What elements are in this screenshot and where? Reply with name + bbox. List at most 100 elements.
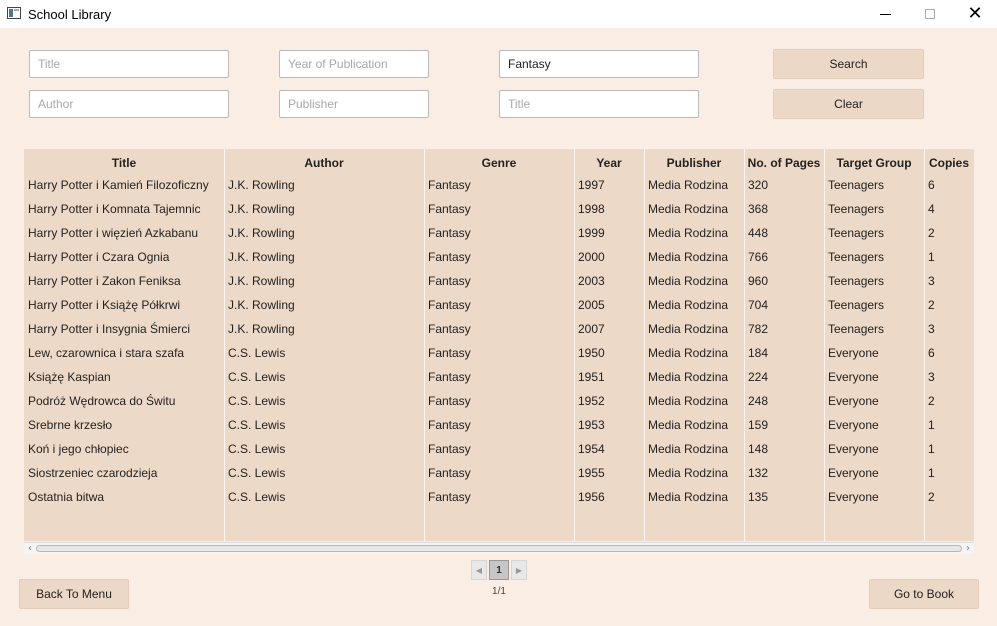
- column-header-year[interactable]: Year: [574, 156, 644, 170]
- cell-copies: 3: [928, 274, 935, 288]
- column-header-title[interactable]: Title: [24, 156, 224, 170]
- cell-publisher: Media Rodzina: [648, 370, 729, 384]
- cell-author: C.S. Lewis: [228, 466, 286, 480]
- cell-target-group: Teenagers: [828, 202, 885, 216]
- column-header-author[interactable]: Author: [224, 156, 424, 170]
- cell-year: 2000: [578, 250, 605, 264]
- publisher-search-input[interactable]: [279, 90, 429, 118]
- search-button[interactable]: Search: [773, 49, 924, 79]
- cell-author: J.K. Rowling: [228, 202, 295, 216]
- cell-target-group: Everyone: [828, 442, 879, 456]
- close-icon: ✕: [967, 3, 983, 24]
- cell-pages: 148: [748, 442, 769, 456]
- cell-pages: 960: [748, 274, 769, 288]
- cell-publisher: Media Rodzina: [648, 346, 729, 360]
- next-page-button[interactable]: ▶: [511, 560, 527, 580]
- books-table[interactable]: Title Author Genre Year Publisher No. of Page…: [24, 149, 974, 541]
- cell-genre: Fantasy: [428, 178, 471, 192]
- column-header-genre[interactable]: Genre: [424, 156, 574, 170]
- cell-author: C.S. Lewis: [228, 418, 286, 432]
- cell-publisher: Media Rodzina: [648, 178, 729, 192]
- cell-author: J.K. Rowling: [228, 298, 295, 312]
- cell-genre: Fantasy: [428, 370, 471, 384]
- author-search-input[interactable]: [29, 90, 229, 118]
- cell-genre: Fantasy: [428, 226, 471, 240]
- cell-title: Lew, czarownica i stara szafa: [28, 346, 185, 360]
- table-row[interactable]: Koń i jego chłopiec C.S. Lewis Fantasy 1954…: [24, 438, 974, 462]
- cell-author: C.S. Lewis: [228, 394, 286, 408]
- table-row[interactable]: Harry Potter i Czara Ognia J.K. Rowling Fa…: [24, 246, 974, 270]
- cell-publisher: Media Rodzina: [648, 202, 729, 216]
- table-row[interactable]: Siostrzeniec czarodzieja C.S. Lewis Fantas…: [24, 462, 974, 486]
- maximize-button[interactable]: [907, 0, 953, 28]
- cell-target-group: Teenagers: [828, 226, 885, 240]
- table-row[interactable]: Harry Potter i Kamień Filozoficzny J.K. R…: [24, 174, 974, 198]
- cell-year: 1953: [578, 418, 605, 432]
- page-1-button[interactable]: 1: [489, 560, 509, 580]
- cell-year: 1998: [578, 202, 605, 216]
- scroll-left-icon[interactable]: ‹: [25, 543, 35, 554]
- column-header-publisher[interactable]: Publisher: [644, 156, 744, 170]
- title-bar: School Library ✕: [0, 0, 997, 28]
- cell-year: 2003: [578, 274, 605, 288]
- column-header-pages[interactable]: No. of Pages: [744, 156, 824, 170]
- cell-author: C.S. Lewis: [228, 370, 286, 384]
- maximize-icon: [925, 9, 935, 19]
- year-search-input[interactable]: [279, 50, 429, 78]
- cell-year: 1952: [578, 394, 605, 408]
- cell-target-group: Teenagers: [828, 298, 885, 312]
- clear-button[interactable]: Clear: [773, 89, 924, 119]
- page-info: 1/1: [492, 586, 506, 597]
- cell-author: C.S. Lewis: [228, 490, 286, 504]
- cell-genre: Fantasy: [428, 418, 471, 432]
- cell-author: J.K. Rowling: [228, 226, 295, 240]
- table-row[interactable]: Książę Kaspian C.S. Lewis Fantasy 1951 Media…: [24, 366, 974, 390]
- cell-pages: 320: [748, 178, 769, 192]
- close-button[interactable]: ✕: [952, 0, 997, 28]
- horizontal-scrollbar[interactable]: ‹ ›: [24, 542, 974, 554]
- cell-genre: Fantasy: [428, 466, 471, 480]
- cell-publisher: Media Rodzina: [648, 490, 729, 504]
- table-row[interactable]: Ostatnia bitwa C.S. Lewis Fantasy 1956 Media…: [24, 486, 974, 510]
- cell-author: J.K. Rowling: [228, 250, 295, 264]
- cell-target-group: Teenagers: [828, 250, 885, 264]
- cell-title: Harry Potter i Komnata Tajemnic: [28, 202, 201, 216]
- table-row[interactable]: Harry Potter i więzień Azkabanu J.K. Rowl…: [24, 222, 974, 246]
- go-to-book-button[interactable]: Go to Book: [869, 579, 979, 609]
- title-search-input[interactable]: [29, 50, 229, 78]
- table-row[interactable]: Lew, czarownica i stara szafa C.S. Lewis F…: [24, 342, 974, 366]
- cell-publisher: Media Rodzina: [648, 394, 729, 408]
- genre-search-input[interactable]: [499, 50, 699, 78]
- table-row[interactable]: Podróż Wędrowca do Świtu C.S. Lewis Fantas…: [24, 390, 974, 414]
- cell-copies: 2: [928, 490, 935, 504]
- cell-title: Harry Potter i więzień Azkabanu: [28, 226, 199, 240]
- cell-year: 1956: [578, 490, 605, 504]
- cell-publisher: Media Rodzina: [648, 274, 729, 288]
- table-row[interactable]: Harry Potter i Komnata Tajemnic J.K. Rowl…: [24, 198, 974, 222]
- table-row[interactable]: Harry Potter i Książę Półkrwi J.K. Rowlin…: [24, 294, 974, 318]
- cell-genre: Fantasy: [428, 442, 471, 456]
- cell-title: Harry Potter i Książę Półkrwi: [28, 298, 181, 312]
- cell-title: Książę Kaspian: [28, 370, 111, 384]
- column-header-target-group[interactable]: Target Group: [824, 156, 924, 170]
- cell-copies: 4: [928, 202, 935, 216]
- cell-genre: Fantasy: [428, 322, 471, 336]
- prev-page-button[interactable]: ◀: [471, 560, 487, 580]
- table-row[interactable]: Harry Potter i Zakon Feniksa J.K. Rowling…: [24, 270, 974, 294]
- table-row[interactable]: Harry Potter i Insygnia Śmierci J.K. Rowl…: [24, 318, 974, 342]
- back-to-menu-button[interactable]: Back To Menu: [19, 579, 129, 609]
- cell-target-group: Teenagers: [828, 274, 885, 288]
- cell-title: Koń i jego chłopiec: [28, 442, 129, 456]
- scrollbar-thumb[interactable]: [36, 545, 962, 552]
- cell-pages: 224: [748, 370, 769, 384]
- table-row[interactable]: Srebrne krzesło C.S. Lewis Fantasy 1953 Medi…: [24, 414, 974, 438]
- title-secondary-search-input[interactable]: [499, 90, 699, 118]
- cell-genre: Fantasy: [428, 250, 471, 264]
- cell-year: 1997: [578, 178, 605, 192]
- minimize-button[interactable]: [862, 0, 908, 28]
- cell-author: C.S. Lewis: [228, 346, 286, 360]
- column-header-copies[interactable]: Copies: [924, 156, 974, 170]
- cell-author: J.K. Rowling: [228, 178, 295, 192]
- cell-copies: 2: [928, 298, 935, 312]
- scroll-right-icon[interactable]: ›: [963, 543, 973, 554]
